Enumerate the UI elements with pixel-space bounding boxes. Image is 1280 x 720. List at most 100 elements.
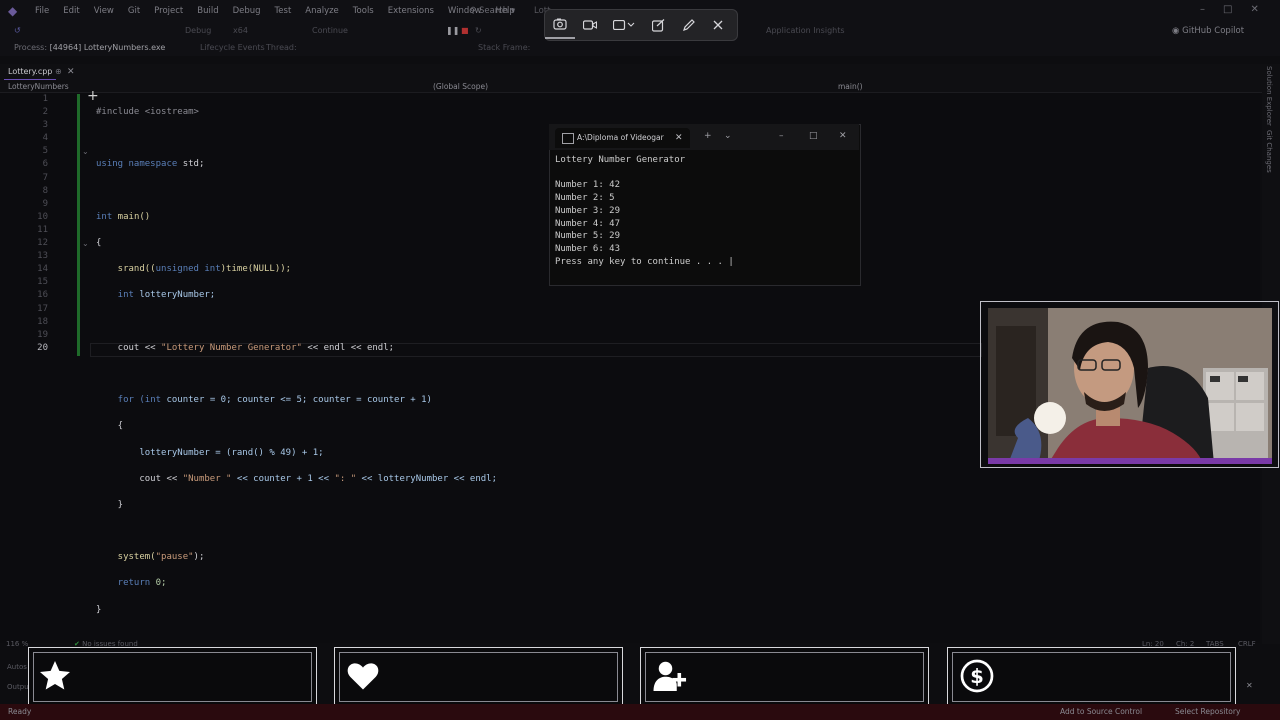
menu-item-file[interactable]: File [28,0,56,22]
heart-icon [345,658,381,694]
github-copilot-label: GitHub Copilot [1182,26,1245,36]
menu-item-edit[interactable]: Edit [56,0,86,22]
line-number: 6 [42,159,48,170]
project-dropdown[interactable]: LotteryNumbers [8,81,69,92]
line-numbers: 1 2 3 4 5 6 7 8 9 10 11 12 13 14 15 16 17 18 19 20 [0,93,48,355]
code-line-1: #include <iostream> [96,107,199,118]
code-line-8: int lotteryNumber; [96,290,216,301]
line-number: 5 [42,146,48,157]
code-line-5: int main() [96,211,151,222]
search-box[interactable]: ⚲ Search ▾ [470,4,515,18]
line-number: 4 [42,133,48,144]
solution-explorer-tab[interactable]: Solution Explorer [1265,66,1273,126]
scope-dropdown[interactable]: (Global Scope) [433,81,488,92]
window-controls: – □ ✕ [1200,4,1259,15]
code-line-20: } [96,604,102,615]
select-repository[interactable]: Select Repository [1175,705,1240,719]
stop-icon[interactable]: ■ [461,24,469,38]
git-change-marker [77,94,80,356]
minimize-icon[interactable]: – [1200,4,1205,15]
webcam-feed [988,308,1272,464]
git-changes-tab[interactable]: Git Changes [1265,130,1273,173]
console-output: Lottery Number Generator Number 1: 42 Nu… [555,155,734,267]
window-snip-icon[interactable] [643,10,673,40]
line-number: 19 [37,329,48,340]
line-number: 16 [37,290,48,301]
debug-location-bar [0,40,1280,56]
line-number: 17 [37,303,48,314]
svg-text:$: $ [970,665,984,688]
add-user-icon [652,658,688,694]
pen-icon[interactable] [673,10,703,40]
autos-panel-label[interactable]: Autos [7,663,27,671]
menu-item-project[interactable]: Project [147,0,190,22]
line-ending-indicator[interactable]: CRLF [1238,640,1256,648]
menu-item-view[interactable]: View [87,0,121,22]
code-line-15: cout << "Number " << counter + 1 << ": "… [96,473,498,484]
menu-item-analyze[interactable]: Analyze [298,0,346,22]
config-dropdown[interactable]: Debug [185,24,211,38]
member-dropdown[interactable]: main() [838,81,863,92]
menu-item-extensions[interactable]: Extensions [381,0,441,22]
github-copilot-button[interactable]: ◉ GitHub Copilot [1172,24,1244,38]
line-number: 15 [37,277,48,288]
fold-for-icon[interactable]: ⌄ [82,239,89,248]
tab-dropdown-icon[interactable]: ⌄ [724,129,732,143]
process-selector[interactable]: Process: [44964] LotteryNumbers.exe [14,41,165,55]
document-tab-bar [0,64,1280,80]
code-line-6: { [96,238,102,249]
zoom-level[interactable]: 116 % [6,640,28,648]
snipping-toolbar [544,9,738,41]
screenshot-mode-icon[interactable] [545,11,575,39]
code-line-12: for (int counter = 0; counter <= 5; coun… [96,395,432,406]
menu-item-build[interactable]: Build [190,0,225,22]
line-number: 1 [42,94,48,104]
close-icon[interactable]: ✕ [1250,4,1258,15]
line-number: 9 [42,198,48,209]
terminal-icon [562,133,574,144]
code-line-16: } [96,499,124,510]
panel-close-icon[interactable]: ✕ [1246,681,1253,690]
continue-button[interactable]: Continue [312,24,348,38]
snip-shape-dropdown-icon[interactable] [605,10,643,40]
stack-frame-label: Stack Frame: [478,43,531,52]
tab-close-icon[interactable]: ✕ [67,65,75,79]
code-text[interactable]: #include <iostream> using namespace std;… [96,93,497,630]
lifecycle-events[interactable]: Lifecycle Events [200,41,265,55]
line-number: 10 [37,211,48,222]
console-tab-close-icon[interactable]: ✕ [675,128,683,148]
video-mode-icon[interactable] [575,10,605,40]
search-label: Search [478,6,509,16]
pin-icon[interactable]: ⊕ [55,65,62,79]
back-icon[interactable]: ↺ [14,24,21,38]
maximize-icon[interactable]: □ [1223,4,1232,15]
tab-lottery-cpp[interactable]: Lottery.cpp [4,65,57,81]
app-insights[interactable]: Application Insights [766,24,845,38]
menu-item-test[interactable]: Test [268,0,299,22]
star-icon [37,658,73,694]
fold-main-icon[interactable]: ⌄ [82,147,89,156]
dollar-icon: $ [959,658,995,694]
platform-dropdown[interactable]: x64 [233,24,248,38]
menu-item-tools[interactable]: Tools [346,0,381,22]
menu-item-git[interactable]: Git [121,0,147,22]
console-close-icon[interactable]: ✕ [839,129,847,143]
code-line-3: using namespace std; [96,159,205,170]
restart-icon[interactable]: ↻ [475,24,482,38]
menu-item-debug[interactable]: Debug [226,0,268,22]
code-line-7: srand((unsigned int)time(NULL)); [96,264,292,275]
pause-icon[interactable]: ❚❚ [446,24,459,38]
code-line-13: { [96,421,124,432]
console-maximize-icon[interactable]: □ [809,129,818,143]
console-tab[interactable]: A:\Diploma of Videogar [555,128,690,148]
line-number: 20 [37,342,48,353]
new-tab-icon[interactable]: + [704,129,712,143]
navigation-bar [0,80,1270,93]
line-number: 13 [37,251,48,262]
add-to-source-control[interactable]: Add to Source Control [1060,705,1142,719]
status-ready: Ready [8,707,32,716]
close-snip-icon[interactable] [703,10,733,40]
crosshair-cursor-icon: + [87,88,99,104]
console-minimize-icon[interactable]: – [779,129,784,143]
thread-label: Thread: [266,43,297,52]
